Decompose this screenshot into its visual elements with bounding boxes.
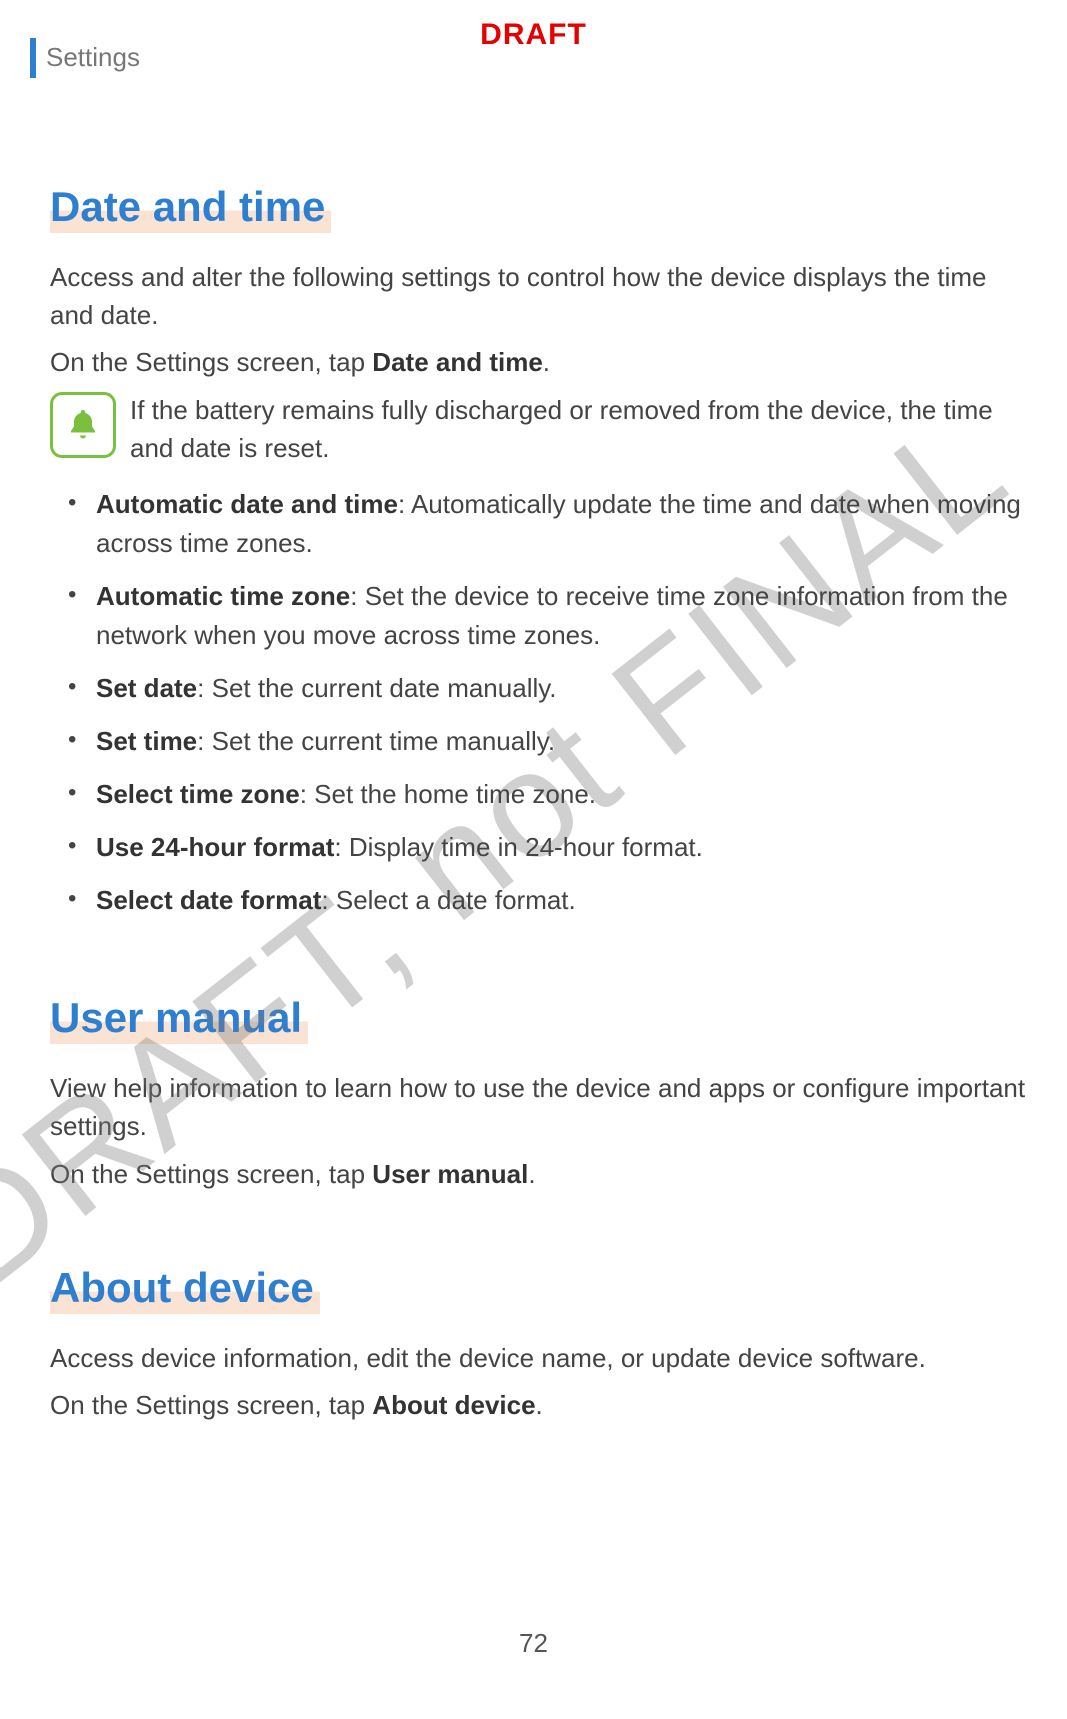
list-item: Select date format: Select a date format…: [68, 881, 1029, 920]
item-term: Automatic time zone: [96, 581, 350, 611]
item-desc: : Set the home time zone.: [300, 779, 596, 809]
list-item: Set time: Set the current time manually.: [68, 722, 1029, 761]
list-item: Select time zone: Set the home time zone…: [68, 775, 1029, 814]
item-term: Select time zone: [96, 779, 300, 809]
list-item: Use 24-hour format: Display time in 24-h…: [68, 828, 1029, 867]
nav-bold: About device: [372, 1390, 535, 1420]
list-item: Automatic time zone: Set the device to r…: [68, 577, 1029, 655]
section-title-about-device: About device: [50, 1264, 320, 1314]
nav-bold: User manual: [372, 1159, 528, 1189]
item-term: Set time: [96, 726, 197, 756]
nav-prefix: On the Settings screen, tap: [50, 1390, 372, 1420]
nav-suffix: .: [536, 1390, 543, 1420]
item-term: Use 24-hour format: [96, 832, 334, 862]
list-item: Set date: Set the current date manually.: [68, 669, 1029, 708]
page-container: DRAFT Settings DRAFT, not FINAL Date and…: [0, 0, 1067, 1719]
date-time-list: Automatic date and time: Automatically u…: [50, 485, 1029, 920]
nav-prefix: On the Settings screen, tap: [50, 347, 372, 377]
item-term: Select date format: [96, 885, 321, 915]
page-number: 72: [519, 1628, 548, 1659]
about-device-intro: Access device information, edit the devi…: [50, 1340, 1029, 1378]
item-desc: : Set the current date manually.: [197, 673, 556, 703]
list-item: Automatic date and time: Automatically u…: [68, 485, 1029, 563]
header-accent-bar: [30, 38, 36, 78]
about-device-nav: On the Settings screen, tap About device…: [50, 1387, 1029, 1425]
user-manual-intro: View help information to learn how to us…: [50, 1070, 1029, 1145]
nav-suffix: .: [528, 1159, 535, 1189]
item-desc: : Set the current time manually.: [197, 726, 555, 756]
nav-suffix: .: [543, 347, 550, 377]
draft-stamp: DRAFT: [480, 18, 587, 52]
section-title-date-time: Date and time: [50, 183, 331, 233]
item-term: Set date: [96, 673, 197, 703]
item-term: Automatic date and time: [96, 489, 398, 519]
note-block: If the battery remains fully discharged …: [50, 392, 1029, 467]
content-area: Date and time Access and alter the follo…: [30, 143, 1037, 1425]
item-desc: : Select a date format.: [321, 885, 575, 915]
date-time-intro: Access and alter the following settings …: [50, 259, 1029, 334]
nav-bold: Date and time: [372, 347, 543, 377]
section-title-user-manual: User manual: [50, 994, 308, 1044]
nav-prefix: On the Settings screen, tap: [50, 1159, 372, 1189]
user-manual-nav: On the Settings screen, tap User manual.: [50, 1156, 1029, 1194]
date-time-nav: On the Settings screen, tap Date and tim…: [50, 344, 1029, 382]
bell-icon: [50, 392, 116, 458]
note-text: If the battery remains fully discharged …: [130, 392, 1029, 467]
item-desc: : Display time in 24-hour format.: [334, 832, 702, 862]
